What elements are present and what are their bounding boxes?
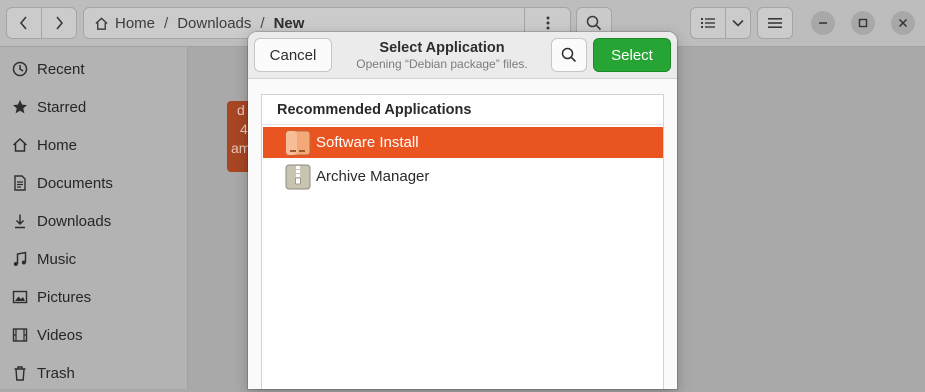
video-icon bbox=[12, 327, 28, 343]
breadcrumb-home[interactable]: Home bbox=[94, 15, 155, 32]
dialog-search-button[interactable] bbox=[551, 38, 587, 72]
breadcrumb-separator: / bbox=[164, 14, 169, 32]
breadcrumb-home-label: Home bbox=[115, 14, 156, 32]
search-icon bbox=[586, 15, 602, 31]
breadcrumb-downloads[interactable]: Downloads bbox=[177, 15, 251, 32]
app-label: Archive Manager bbox=[316, 168, 430, 185]
kebab-menu-icon bbox=[546, 16, 550, 30]
dialog-title: Select Application bbox=[379, 40, 505, 56]
section-title: Recommended Applications bbox=[277, 102, 472, 118]
sidebar-item-label: Recent bbox=[37, 60, 85, 78]
chevron-left-icon bbox=[19, 16, 27, 30]
main-menu-button[interactable] bbox=[757, 7, 793, 39]
sidebar-item-label: Music bbox=[37, 250, 77, 268]
sidebar-item-label: Pictures bbox=[37, 288, 92, 306]
sidebar-item-starred[interactable]: Starred bbox=[0, 88, 187, 126]
home-icon bbox=[95, 16, 108, 30]
file-item-label: 4 bbox=[240, 121, 248, 137]
document-icon bbox=[12, 175, 28, 191]
select-application-dialog: Cancel Select Application Opening “Debia… bbox=[248, 32, 677, 389]
divider bbox=[262, 124, 663, 125]
home-icon bbox=[12, 137, 28, 153]
sidebar-item-pictures[interactable]: Pictures bbox=[0, 278, 187, 316]
back-button[interactable] bbox=[6, 7, 42, 39]
music-icon bbox=[12, 251, 28, 267]
minimize-icon bbox=[819, 22, 827, 24]
clock-icon bbox=[12, 61, 28, 77]
list-view-icon bbox=[701, 18, 715, 28]
sidebar-item-home[interactable]: Home bbox=[0, 126, 187, 164]
app-row-software-install[interactable]: Software Install bbox=[263, 127, 663, 158]
sidebar-item-label: Home bbox=[37, 136, 78, 154]
file-item[interactable]: d 4 am bbox=[227, 101, 249, 172]
download-icon bbox=[12, 213, 28, 229]
dialog-header: Cancel Select Application Opening “Debia… bbox=[248, 32, 677, 79]
chevron-down-icon bbox=[732, 19, 744, 27]
sidebar-item-label: Starred bbox=[37, 98, 87, 116]
maximize-button[interactable] bbox=[851, 11, 875, 35]
view-options-button[interactable] bbox=[725, 7, 751, 39]
app-label: Software Install bbox=[316, 134, 419, 151]
maximize-icon bbox=[858, 18, 868, 28]
minimize-button[interactable] bbox=[811, 11, 835, 35]
sidebar-item-label: Trash bbox=[37, 364, 75, 382]
sidebar-item-videos[interactable]: Videos bbox=[0, 316, 187, 354]
forward-button[interactable] bbox=[41, 7, 77, 39]
sidebar: Recent Starred Home Documents Downloads … bbox=[0, 47, 188, 389]
hamburger-menu-icon bbox=[768, 18, 782, 28]
sidebar-item-downloads[interactable]: Downloads bbox=[0, 202, 187, 240]
breadcrumb-separator: / bbox=[260, 14, 265, 32]
sidebar-item-trash[interactable]: Trash bbox=[0, 354, 187, 392]
trash-icon bbox=[12, 365, 28, 381]
sidebar-item-documents[interactable]: Documents bbox=[0, 164, 187, 202]
app-row-archive-manager[interactable]: Archive Manager bbox=[263, 161, 663, 192]
software-install-icon bbox=[285, 130, 311, 156]
sidebar-item-label: Documents bbox=[37, 174, 113, 192]
list-view-button[interactable] bbox=[690, 7, 726, 39]
cancel-button[interactable]: Cancel bbox=[254, 38, 332, 72]
application-list: Recommended Applications Software Instal… bbox=[261, 94, 664, 389]
sidebar-item-recent[interactable]: Recent bbox=[0, 50, 187, 88]
file-item-label: d bbox=[237, 102, 245, 118]
file-item-label: am bbox=[231, 140, 249, 156]
archive-manager-icon bbox=[285, 164, 311, 190]
star-icon bbox=[12, 99, 28, 115]
dialog-subtitle: Opening “Debian package” files. bbox=[356, 57, 528, 71]
sidebar-item-music[interactable]: Music bbox=[0, 240, 187, 278]
sidebar-item-label: Videos bbox=[37, 326, 83, 344]
chevron-right-icon bbox=[56, 16, 64, 30]
close-icon bbox=[898, 18, 908, 28]
search-icon bbox=[561, 47, 577, 63]
select-button[interactable]: Select bbox=[593, 38, 671, 72]
picture-icon bbox=[12, 289, 28, 305]
close-button[interactable] bbox=[891, 11, 915, 35]
sidebar-item-label: Downloads bbox=[37, 212, 112, 230]
breadcrumb-current[interactable]: New bbox=[274, 15, 305, 32]
